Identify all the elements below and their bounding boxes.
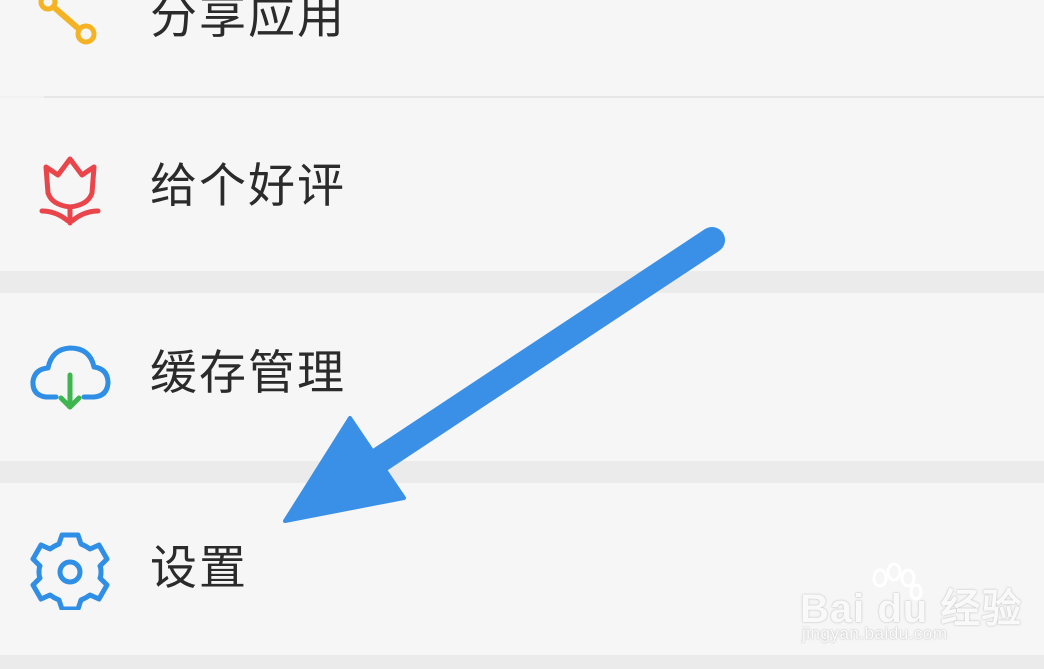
gear-icon	[28, 526, 112, 610]
flower-icon	[28, 145, 112, 229]
cloud-download-icon	[28, 333, 112, 417]
baidu-jingyan-watermark: Bai du 经验 jingyan.baidu.com	[800, 560, 1030, 660]
menu-item-label: 分享应用	[150, 0, 346, 45]
menu-item-cache-management[interactable]: 缓存管理	[0, 293, 1044, 461]
menu-item-rate-app[interactable]: 给个好评	[0, 98, 1044, 271]
menu-item-label: 设置	[150, 541, 248, 596]
menu-item-share-app[interactable]: 分享应用	[0, 0, 1044, 96]
watermark-url: jingyan.baidu.com	[802, 624, 948, 643]
section-gap	[0, 461, 1044, 483]
share-icon	[28, 0, 112, 56]
menu-item-label: 缓存管理	[150, 346, 346, 401]
section-gap	[0, 271, 1044, 293]
menu-item-label: 给个好评	[150, 159, 346, 214]
